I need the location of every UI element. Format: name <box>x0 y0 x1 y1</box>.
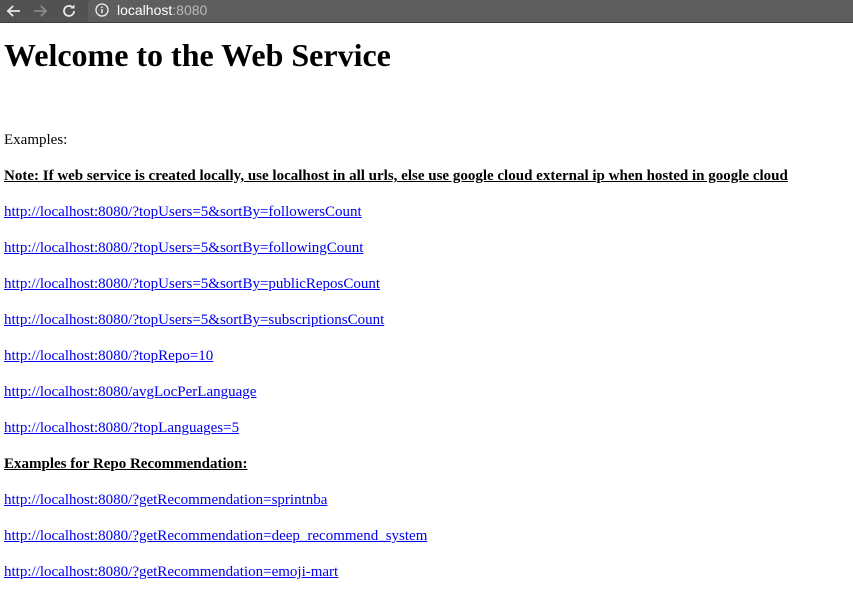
browser-toolbar: localhost:8080 <box>0 0 853 23</box>
list-item: http://localhost:8080/?topUsers=5&sortBy… <box>4 239 363 257</box>
example-link-subscriptions[interactable]: http://localhost:8080/?topUsers=5&sortBy… <box>4 312 384 328</box>
recommendation-link-sprintnba[interactable]: http://localhost:8080/?getRecommendation… <box>4 492 327 508</box>
back-button[interactable] <box>3 1 23 21</box>
url-text[interactable]: localhost:8080 <box>117 2 207 19</box>
example-link-following[interactable]: http://localhost:8080/?topUsers=5&sortBy… <box>4 240 363 256</box>
recommendation-heading: Examples for Repo Recommendation: <box>4 456 248 472</box>
recommendation-link-deep-recommend[interactable]: http://localhost:8080/?getRecommendation… <box>4 528 427 544</box>
examples-label: Examples: <box>4 132 68 148</box>
example-link-followers[interactable]: http://localhost:8080/?topUsers=5&sortBy… <box>4 204 362 220</box>
list-item: http://localhost:8080/?getRecommendation… <box>4 527 427 545</box>
example-link-top-repo[interactable]: http://localhost:8080/?topRepo=10 <box>4 348 213 364</box>
info-icon[interactable] <box>95 3 109 17</box>
list-item: http://localhost:8080/?getRecommendation… <box>4 491 327 509</box>
list-item: http://localhost:8080/avgLocPerLanguage <box>4 383 256 401</box>
page-title: Welcome to the Web Service <box>4 37 391 73</box>
page-content: Welcome to the Web Service Examples: Not… <box>0 22 853 595</box>
url-host: localhost <box>117 2 173 18</box>
address-bar[interactable]: localhost:8080 <box>88 0 853 22</box>
forward-button[interactable] <box>31 1 51 21</box>
list-item: http://localhost:8080/?topLanguages=5 <box>4 419 239 437</box>
example-link-public-repos[interactable]: http://localhost:8080/?topUsers=5&sortBy… <box>4 276 380 292</box>
list-item: http://localhost:8080/?topUsers=5&sortBy… <box>4 203 362 221</box>
list-item: http://localhost:8080/?topUsers=5&sortBy… <box>4 275 380 293</box>
back-arrow-icon <box>6 5 20 17</box>
example-link-top-languages[interactable]: http://localhost:8080/?topLanguages=5 <box>4 420 239 436</box>
note-text: Note: If web service is created locally,… <box>4 168 788 184</box>
recommendation-link-emoji-mart[interactable]: http://localhost:8080/?getRecommendation… <box>4 564 338 580</box>
reload-button[interactable] <box>59 1 79 21</box>
list-item: http://localhost:8080/?topUsers=5&sortBy… <box>4 311 384 329</box>
list-item: http://localhost:8080/?getRecommendation… <box>4 563 338 581</box>
list-item: http://localhost:8080/?topRepo=10 <box>4 347 213 365</box>
example-link-avg-loc[interactable]: http://localhost:8080/avgLocPerLanguage <box>4 384 256 400</box>
url-port: :8080 <box>172 2 208 18</box>
reload-icon <box>63 4 75 17</box>
forward-arrow-icon <box>34 5 48 17</box>
